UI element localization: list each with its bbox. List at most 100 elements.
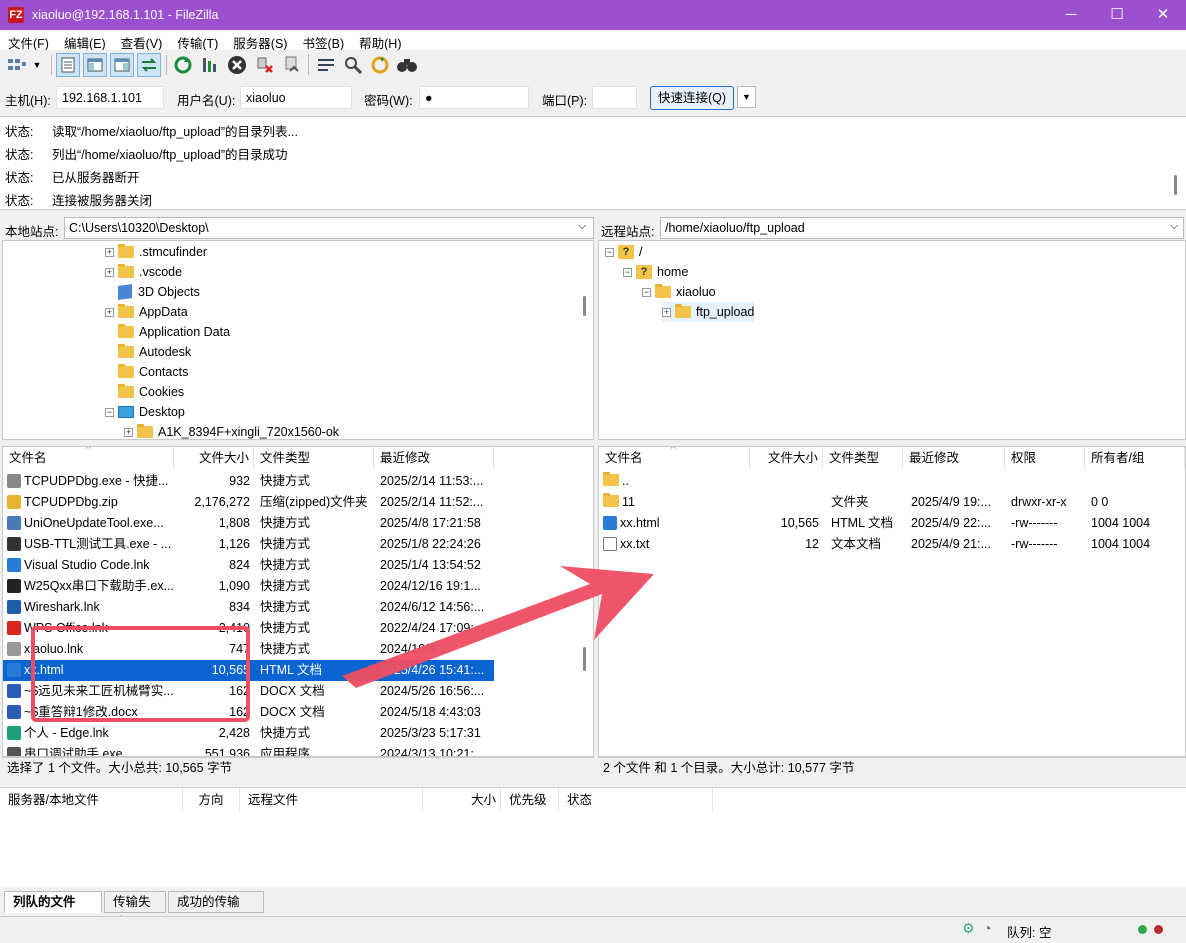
chevron-down-icon[interactable]: ⌵ xyxy=(1170,220,1178,233)
maximize-button[interactable]: ☐ xyxy=(1094,0,1140,30)
tree-item[interactable]: + ftp_upload xyxy=(662,302,755,322)
quickconnect-bar: 主机(H): 192.168.1.101 用户名(U): xiaoluo 密码(… xyxy=(0,80,1186,114)
queue-header-remote[interactable]: 远程文件 xyxy=(240,788,423,812)
tree-item[interactable]: + .vscode xyxy=(105,262,182,282)
host-input[interactable]: 192.168.1.101 xyxy=(56,86,164,109)
local-file-scrollbar[interactable] xyxy=(583,647,586,671)
tree-item[interactable]: −? / xyxy=(605,242,642,262)
toggle-remote-tree-icon[interactable] xyxy=(110,53,134,77)
username-input[interactable]: xiaoluo xyxy=(240,86,352,109)
local-file-row[interactable]: xiaoluo.lnk 747 快捷方式 2024/10/4 ... xyxy=(3,639,494,660)
menu-bookmarks[interactable]: 书签(B) xyxy=(294,30,351,52)
tree-item[interactable]: Autodesk xyxy=(118,342,191,362)
local-file-row[interactable]: ~$远见未来工匠机械臂实... 162 DOCX 文档 2024/5/26 16:56… xyxy=(3,681,494,702)
folder-icon xyxy=(137,424,153,438)
site-manager-icon[interactable] xyxy=(5,53,29,77)
sync-browsing-icon[interactable] xyxy=(368,53,392,77)
chevron-down-icon[interactable]: ▼ xyxy=(29,53,45,77)
transfer-queue: 服务器/本地文件 方向 远程文件 大小 优先级 状态 xyxy=(0,787,1186,887)
refresh-icon[interactable] xyxy=(171,53,195,77)
quickconnect-button[interactable]: 快速连接(Q) xyxy=(650,86,734,110)
log-line: 状态: 列出“/home/xiaoluo/ftp_upload”的目录成功 xyxy=(5,148,288,162)
menu-edit[interactable]: 编辑(E) xyxy=(56,30,113,52)
menu-file[interactable]: 文件(F) xyxy=(0,30,56,52)
local-tree-scrollbar[interactable] xyxy=(583,296,586,316)
toggle-local-tree-icon[interactable] xyxy=(83,53,107,77)
file-icon xyxy=(7,600,21,614)
queue-header-direction[interactable]: 方向 xyxy=(183,788,240,812)
gear-icon[interactable]: ⚙ xyxy=(962,920,975,937)
tab-failed-transfers[interactable]: 传输失败 xyxy=(104,891,166,929)
local-path-combobox[interactable]: C:\Users\10320\Desktop\ xyxy=(64,217,594,239)
local-file-row[interactable]: TCPUDPDbg.zip 2,176,272 压缩(zipped)文件夹 2025/… xyxy=(3,492,494,513)
column-header-type[interactable]: 文件类型 xyxy=(823,447,903,469)
speed-limit-icon[interactable]: ◔ xyxy=(983,920,991,936)
column-header-modified[interactable]: 最近修改 xyxy=(903,447,1005,469)
toggle-log-icon[interactable] xyxy=(56,53,80,77)
tree-item[interactable]: −? home xyxy=(623,262,688,282)
file-icon xyxy=(7,705,21,719)
password-input[interactable]: ● xyxy=(419,86,529,109)
tree-item[interactable]: Cookies xyxy=(118,382,184,402)
column-header-modified[interactable]: 最近修改 xyxy=(374,447,494,469)
menu-view[interactable]: 查看(V) xyxy=(113,30,170,52)
local-file-row[interactable]: ~$重答辩1修改.docx 162 DOCX 文档 2024/5/18 4:43:03 xyxy=(3,702,494,723)
queue-header-priority[interactable]: 优先级 xyxy=(501,788,559,812)
port-label: 端口(P): xyxy=(542,94,588,108)
tree-item[interactable]: − xiaoluo xyxy=(642,282,716,302)
tree-item[interactable]: − Desktop xyxy=(105,402,185,422)
column-header-size[interactable]: 文件大小 xyxy=(174,447,254,469)
local-file-row[interactable]: 个人 - Edge.lnk 2,428 快捷方式 2025/3/23 5:17:31 xyxy=(3,723,494,744)
tree-item[interactable]: + A1K_8394F+xingli_720x1560-ok xyxy=(124,422,339,439)
column-header-owner[interactable]: 所有者/组 xyxy=(1085,447,1185,469)
tree-item[interactable]: + AppData xyxy=(105,302,188,322)
activity-led-icon xyxy=(1138,925,1147,934)
search-icon[interactable] xyxy=(341,53,365,77)
toggle-queue-icon[interactable] xyxy=(137,53,161,77)
queue-header-size[interactable]: 大小 xyxy=(423,788,501,812)
column-header-type[interactable]: 文件类型 xyxy=(254,447,374,469)
tree-item[interactable]: Contacts xyxy=(118,362,188,382)
log-scrollbar[interactable] xyxy=(1174,175,1177,195)
column-header-size[interactable]: 文件大小 xyxy=(750,447,823,469)
local-file-row[interactable]: UniOneUpdateTool.exe... 1,808 快捷方式 2025/4/8… xyxy=(3,513,494,534)
tree-item[interactable]: + .stmcufinder xyxy=(105,242,207,262)
remote-file-row[interactable]: .. xyxy=(599,471,1185,492)
remote-path-combobox[interactable]: /home/xiaoluo/ftp_upload xyxy=(660,217,1184,239)
column-header-permissions[interactable]: 权限 xyxy=(1005,447,1085,469)
local-file-row[interactable]: W25Qxx串口下载助手.ex... 1,090 快捷方式 2024/12/16 19… xyxy=(3,576,494,597)
local-site-bar: 本地站点: C:\Users\10320\Desktop\ ⌵ xyxy=(2,216,594,240)
process-queue-icon[interactable] xyxy=(198,53,222,77)
local-file-row[interactable]: Wireshark.lnk 834 快捷方式 2024/6/12 14:56:... xyxy=(3,597,494,618)
directory-listing-filter-icon[interactable] xyxy=(314,53,338,77)
disconnect-icon[interactable] xyxy=(253,53,277,77)
minimize-button[interactable]: ─ xyxy=(1048,0,1094,30)
tree-item[interactable]: 3D Objects xyxy=(118,282,200,302)
local-file-row[interactable]: xx.html 10,565 HTML 文档 2025/4/26 15:41:... xyxy=(3,660,494,681)
remote-file-row[interactable]: xx.txt 12 文本文档 2025/4/9 21:... -rw------- 100… xyxy=(599,534,1185,555)
menu-server[interactable]: 服务器(S) xyxy=(225,30,294,52)
remote-site-bar: 远程站点: /home/xiaoluo/ftp_upload ⌵ xyxy=(598,216,1186,240)
queue-header-local[interactable]: 服务器/本地文件 xyxy=(0,788,183,812)
quickconnect-history-dropdown[interactable]: ▼ xyxy=(737,86,756,108)
local-file-row[interactable]: WPS Office.lnk 2,410 快捷方式 2022/4/24 17:09:.… xyxy=(3,618,494,639)
local-file-row[interactable]: 串口调试助手.exe 551,936 应用程序 2024/3/13 10:21:... xyxy=(3,744,494,756)
local-file-row[interactable]: Visual Studio Code.lnk 824 快捷方式 2025/1/4 13… xyxy=(3,555,494,576)
remote-file-row[interactable]: 11 文件夹 2025/4/9 19:... drwxr-xr-x 0 0 xyxy=(599,492,1185,513)
cancel-operation-icon[interactable] xyxy=(225,53,249,77)
reconnect-icon[interactable] xyxy=(280,53,304,77)
tab-queued-files[interactable]: 列队的文件 xyxy=(4,891,102,913)
menu-transfer[interactable]: 传输(T) xyxy=(169,30,225,52)
tab-successful-transfers[interactable]: 成功的传输 (1) xyxy=(168,891,264,929)
remote-directory-tree: −? / −? home − xiaoluo + ftp_upload xyxy=(598,240,1186,440)
chevron-down-icon[interactable]: ⌵ xyxy=(578,220,586,233)
remote-file-row[interactable]: xx.html 10,565 HTML 文档 2025/4/9 22:... -rw--… xyxy=(599,513,1185,534)
local-file-row[interactable]: TCPUDPDbg.exe - 快捷... 932 快捷方式 2025/2/14 11… xyxy=(3,471,494,492)
menu-help[interactable]: 帮助(H) xyxy=(351,30,408,52)
close-button[interactable]: ✕ xyxy=(1140,0,1186,30)
tree-item[interactable]: Application Data xyxy=(118,322,230,342)
queue-header-status[interactable]: 状态 xyxy=(559,788,713,812)
port-input[interactable] xyxy=(592,86,637,109)
local-file-row[interactable]: USB-TTL测试工具.exe - ... 1,126 快捷方式 2025/1/8 2… xyxy=(3,534,494,555)
find-files-icon[interactable] xyxy=(395,53,419,77)
